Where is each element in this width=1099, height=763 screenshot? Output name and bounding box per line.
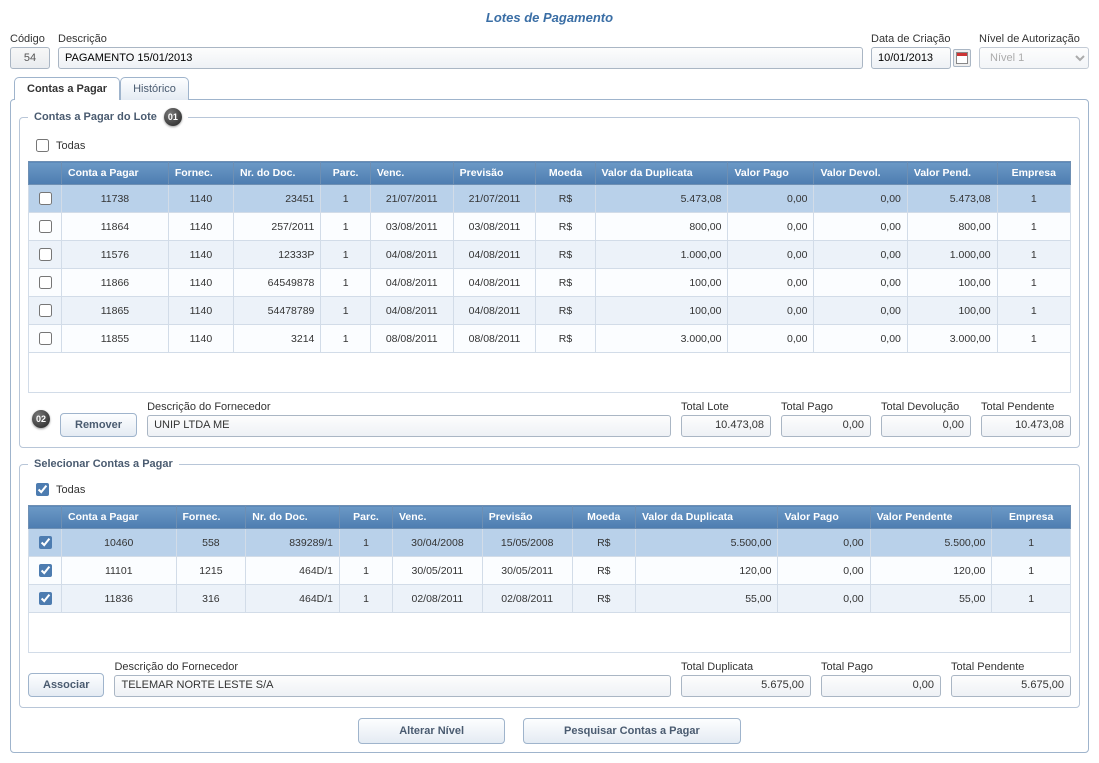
selecionar-todas-label: Todas [56, 484, 85, 496]
codigo-input[interactable] [10, 47, 50, 69]
badge-02: 02 [32, 410, 50, 428]
row-checkbox[interactable] [39, 592, 52, 605]
lote-legend: Contas a Pagar do Lote 01 [28, 108, 188, 126]
header-form: Código Descrição Data de Criação Nível d… [10, 33, 1089, 69]
row-checkbox[interactable] [39, 220, 52, 233]
descricao-input[interactable] [58, 47, 863, 69]
data-criacao-input[interactable] [871, 47, 951, 69]
lote-total-devol: 0,00 [881, 415, 971, 437]
row-checkbox[interactable] [39, 192, 52, 205]
nivel-label: Nível de Autorização [979, 33, 1089, 45]
lote-desc-fornec: UNIP LTDA ME [147, 415, 671, 437]
descricao-label: Descrição [58, 33, 863, 45]
lote-total-pago: 0,00 [781, 415, 871, 437]
row-checkbox[interactable] [39, 332, 52, 345]
table-row[interactable]: 11866114064549878104/08/201104/08/2011R$… [29, 269, 1071, 297]
data-criacao-label: Data de Criação [871, 33, 971, 45]
alterar-nivel-button[interactable]: Alterar Nível [358, 718, 505, 744]
table-row[interactable]: 111011215464D/1130/05/201130/05/2011R$12… [29, 557, 1071, 585]
row-checkbox[interactable] [39, 248, 52, 261]
table-row[interactable]: 118641140257/2011103/08/201103/08/2011R$… [29, 213, 1071, 241]
tabs: Contas a Pagar Histórico Contas a Pagar … [10, 77, 1089, 753]
total-lote: 10.473,08 [681, 415, 771, 437]
table-row[interactable]: 11865114054478789104/08/201104/08/2011R$… [29, 297, 1071, 325]
codigo-field: Código [10, 33, 50, 69]
lote-fieldset: Contas a Pagar do Lote 01 Todas Conta a … [19, 108, 1080, 448]
tab-content: Contas a Pagar do Lote 01 Todas Conta a … [10, 99, 1089, 753]
badge-01: 01 [164, 108, 182, 126]
remover-button[interactable]: Remover [60, 413, 137, 437]
data-criacao-field: Data de Criação [871, 33, 971, 69]
selecionar-todas-checkbox[interactable] [36, 483, 49, 496]
row-checkbox[interactable] [39, 276, 52, 289]
table-row[interactable]: 1185511403214108/08/201108/08/2011R$3.00… [29, 325, 1071, 353]
tab-contas-a-pagar[interactable]: Contas a Pagar [14, 77, 120, 100]
sel-total-dup: 5.675,00 [681, 675, 811, 697]
selecionar-legend: Selecionar Contas a Pagar [28, 458, 179, 470]
lote-desc-fornec-label: Descrição do Fornecedor [147, 401, 671, 413]
sel-total-pago: 0,00 [821, 675, 941, 697]
lote-total-pend: 10.473,08 [981, 415, 1071, 437]
tab-historico[interactable]: Histórico [120, 77, 189, 100]
row-checkbox[interactable] [39, 536, 52, 549]
lote-todas-checkbox[interactable] [36, 139, 49, 152]
row-checkbox[interactable] [39, 304, 52, 317]
nivel-field: Nível de Autorização Nível 1 [979, 33, 1089, 69]
table-row[interactable]: 11576114012333P104/08/201104/08/2011R$1.… [29, 241, 1071, 269]
selecionar-fieldset: Selecionar Contas a Pagar Todas Conta a … [19, 458, 1080, 708]
table-row[interactable]: 10460558839289/1130/04/200815/05/2008R$5… [29, 529, 1071, 557]
associar-button[interactable]: Associar [28, 673, 104, 697]
sel-desc-fornec: TELEMAR NORTE LESTE S/A [114, 675, 671, 697]
selecionar-grid: Conta a Pagar Fornec. Nr. do Doc. Parc. … [28, 505, 1071, 653]
calendar-icon[interactable] [953, 49, 971, 67]
page-title: Lotes de Pagamento [10, 10, 1089, 25]
codigo-label: Código [10, 33, 50, 45]
descricao-field: Descrição [58, 33, 863, 69]
pesquisar-button[interactable]: Pesquisar Contas a Pagar [523, 718, 741, 744]
table-row[interactable]: 11836316464D/1102/08/201102/08/2011R$55,… [29, 585, 1071, 613]
row-checkbox[interactable] [39, 564, 52, 577]
table-row[interactable]: 11738114023451121/07/201121/07/2011R$5.4… [29, 185, 1071, 213]
nivel-select[interactable]: Nível 1 [979, 47, 1089, 69]
lote-grid: Conta a Pagar Fornec. Nr. do Doc. Parc. … [28, 161, 1071, 393]
sel-total-pend: 5.675,00 [951, 675, 1071, 697]
lote-todas-label: Todas [56, 140, 85, 152]
